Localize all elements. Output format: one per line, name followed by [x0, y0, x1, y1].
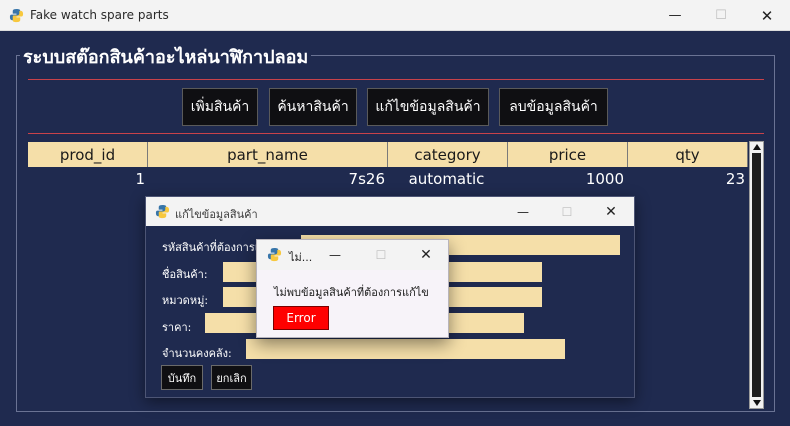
error-ok-button[interactable]: Error: [273, 306, 329, 330]
error-maximize-button[interactable]: ☐: [361, 240, 401, 270]
qty-input[interactable]: [246, 339, 565, 359]
minimize-button[interactable]: —: [652, 0, 698, 31]
cancel-button[interactable]: ยกเลิก: [211, 365, 252, 390]
error-dialog-title: ไม่...: [289, 251, 313, 264]
table-scrollbar[interactable]: [749, 141, 764, 409]
column-header-qty[interactable]: qty: [628, 142, 748, 167]
column-header-price[interactable]: price: [508, 142, 628, 167]
column-header-part-name[interactable]: part_name: [148, 142, 388, 167]
edit-dialog-title: แก้ไขข้อมูลสินค้า: [175, 208, 258, 221]
divider-top: [28, 79, 764, 80]
error-dialog: ไม่... — ☐ ✕ ไม่พบข้อมูลสินค้าที่ต้องการ…: [256, 239, 449, 338]
edit-minimize-button[interactable]: —: [501, 197, 545, 226]
name-label: ชื่อสินค้า:: [162, 268, 208, 281]
price-label: ราคา:: [162, 321, 192, 334]
close-button[interactable]: ✕: [744, 0, 790, 31]
delete-product-button[interactable]: ลบข้อมูลสินค้า: [499, 88, 608, 126]
column-header-prod-id[interactable]: prod_id: [28, 142, 148, 167]
frame-title: ระบบสต๊อกสินค้าอะไหล่นาฬิกาปลอม: [20, 42, 312, 71]
maximize-button[interactable]: ☐: [698, 0, 744, 31]
python-icon: [9, 8, 24, 23]
add-product-button[interactable]: เพิ่มสินค้า: [182, 88, 258, 126]
window-title: Fake watch spare parts: [30, 8, 169, 22]
edit-product-button[interactable]: แก้ไขข้อมูลสินค้า: [367, 88, 489, 126]
cell-category: automatic: [408, 170, 485, 188]
scroll-up-arrow-icon[interactable]: [753, 144, 761, 150]
cell-qty: 23: [725, 170, 745, 188]
edit-maximize-button[interactable]: ☐: [545, 197, 589, 226]
edit-close-button[interactable]: ✕: [589, 197, 633, 226]
qty-label: จำนวนคงคลัง:: [162, 347, 232, 360]
title-bar: Fake watch spare parts — ☐ ✕: [0, 0, 790, 31]
category-label: หมวดหมู่:: [162, 294, 209, 307]
scroll-down-arrow-icon[interactable]: [753, 400, 761, 406]
cell-part-name: 7s26: [348, 170, 385, 188]
edit-dialog-title-bar: แก้ไขข้อมูลสินค้า — ☐ ✕: [146, 197, 634, 226]
divider-bottom: [28, 133, 764, 134]
error-minimize-button[interactable]: —: [315, 240, 355, 270]
search-product-button[interactable]: ค้นหาสินค้า: [269, 88, 357, 126]
scroll-thumb[interactable]: [752, 153, 761, 397]
error-message: ไม่พบข้อมูลสินค้าที่ต้องการแก้ไข: [274, 286, 429, 299]
python-icon: [155, 204, 170, 219]
cell-price: 1000: [585, 170, 624, 188]
save-button[interactable]: บันทึก: [161, 365, 203, 390]
python-icon: [267, 247, 282, 262]
error-dialog-title-bar: ไม่... — ☐ ✕: [257, 240, 448, 270]
error-close-button[interactable]: ✕: [406, 240, 446, 270]
cell-prod-id: 1: [135, 170, 145, 188]
column-header-category[interactable]: category: [388, 142, 508, 167]
